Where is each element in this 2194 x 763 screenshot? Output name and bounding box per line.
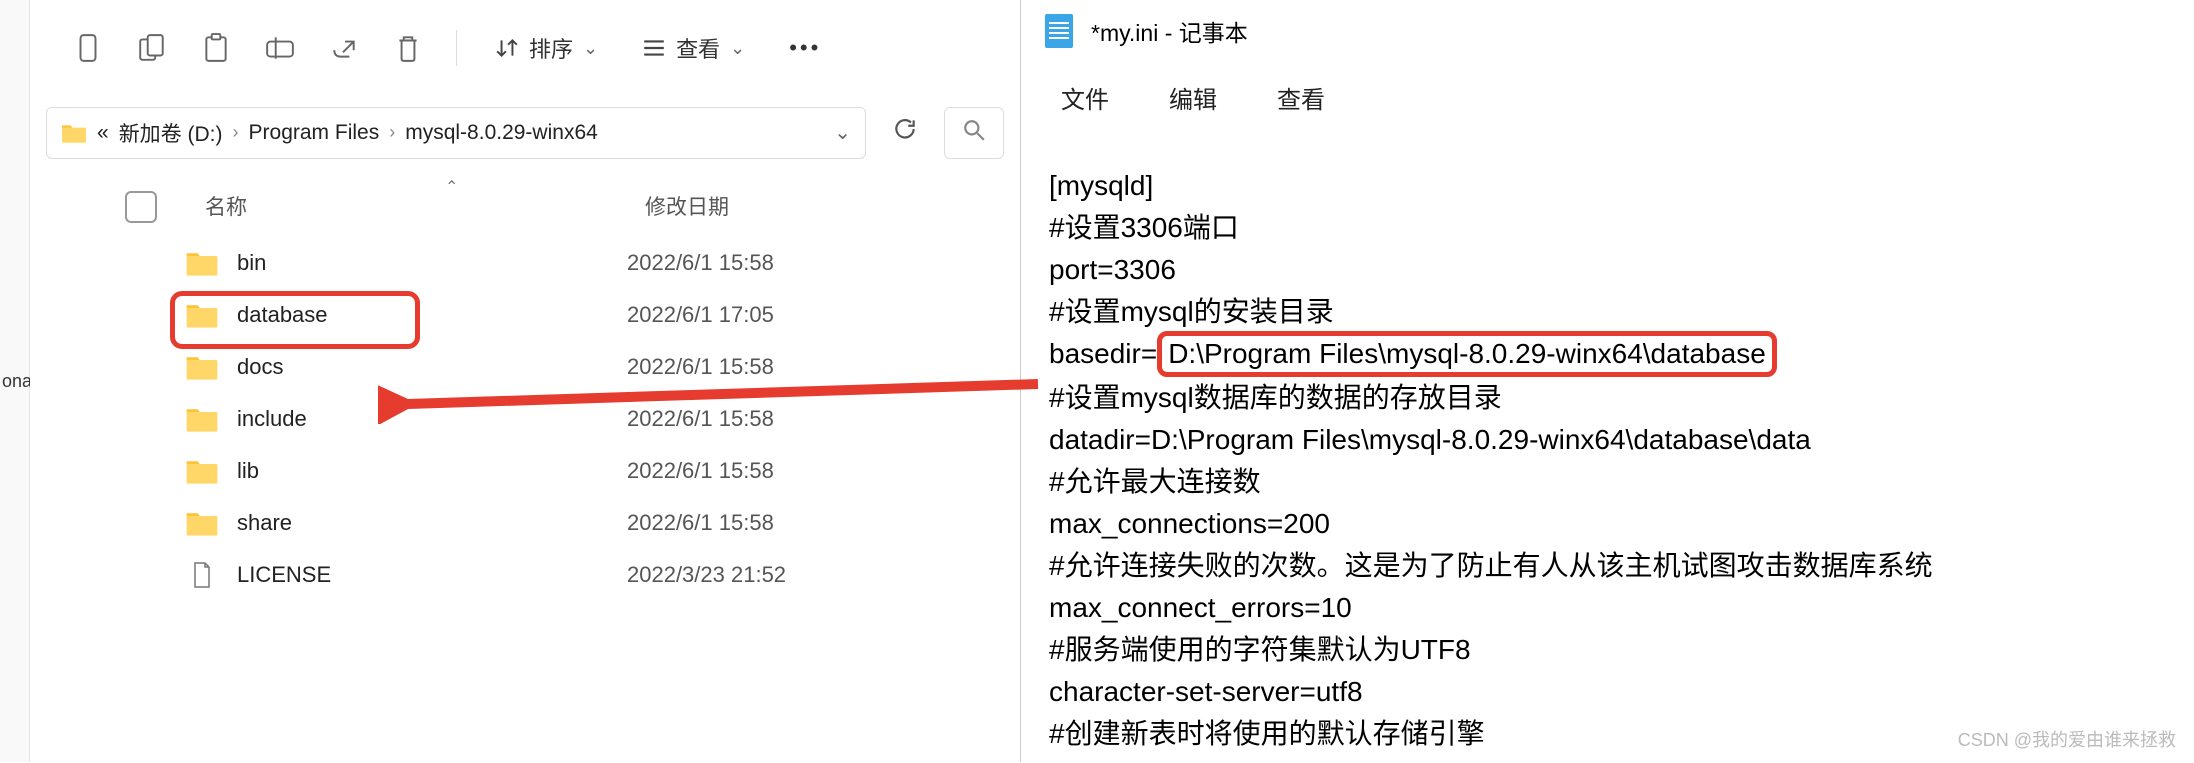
more-button[interactable]: ••• bbox=[771, 23, 839, 73]
watermark: CSDN @我的爱由谁来拯救 bbox=[1958, 726, 2176, 752]
column-header-date[interactable]: 修改日期 bbox=[645, 191, 885, 221]
text-line: basedir=D:\Program Files\mysql-8.0.29-wi… bbox=[1049, 333, 2166, 377]
breadcrumb-segment[interactable]: mysql-8.0.29-winx64 bbox=[405, 121, 598, 145]
text-line: max_connect_errors=10 bbox=[1049, 587, 2166, 629]
breadcrumb-prefix: « bbox=[97, 121, 109, 145]
text-line: #允许最大连接数 bbox=[1049, 461, 2166, 503]
notepad-menubar: 文件 编辑 查看 bbox=[1021, 62, 2194, 139]
sort-button[interactable]: 排序 ⌄ bbox=[477, 22, 616, 74]
text-line: #设置3306端口 bbox=[1049, 207, 2166, 249]
share-button[interactable] bbox=[316, 20, 372, 76]
explorer-toolbar: 排序 ⌄ 查看 ⌄ ••• bbox=[30, 0, 1020, 96]
cropped-left-panel: onal bbox=[0, 0, 30, 762]
notepad-window: *my.ini - 记事本 文件 编辑 查看 [mysqld]#设置3306端口… bbox=[1020, 0, 2194, 762]
notepad-icon bbox=[1045, 14, 1073, 48]
file-row[interactable]: share2022/6/1 15:58 bbox=[30, 497, 1020, 549]
refresh-button[interactable] bbox=[878, 104, 932, 161]
view-icon bbox=[642, 37, 666, 59]
file-date: 2022/6/1 17:05 bbox=[627, 302, 867, 328]
sort-indicator-icon: ⌃ bbox=[445, 177, 458, 197]
list-header: ⌃ 名称 修改日期 bbox=[30, 183, 1020, 237]
breadcrumb-segment[interactable]: Program Files bbox=[249, 121, 380, 145]
file-name: bin bbox=[237, 250, 627, 276]
column-header-name[interactable]: 名称 bbox=[205, 191, 645, 221]
notepad-titlebar: *my.ini - 记事本 bbox=[1021, 0, 2194, 62]
toolbar-divider bbox=[456, 30, 457, 66]
view-label: 查看 bbox=[676, 32, 720, 64]
address-bar-row: « 新加卷 (D:) › Program Files › mysql-8.0.2… bbox=[30, 96, 1020, 169]
file-row[interactable]: lib2022/6/1 15:58 bbox=[30, 445, 1020, 497]
text-line: [mysqld] bbox=[1049, 165, 2166, 207]
chevron-right-icon: › bbox=[233, 122, 239, 143]
text-line: #服务端使用的字符集默认为UTF8 bbox=[1049, 629, 2166, 671]
view-button[interactable]: 查看 ⌄ bbox=[624, 22, 763, 74]
window-title: *my.ini - 记事本 bbox=[1091, 14, 1248, 48]
folder-icon bbox=[61, 122, 87, 144]
paste-button[interactable] bbox=[188, 20, 244, 76]
text-line: datadir=D:\Program Files\mysql-8.0.29-wi… bbox=[1049, 419, 2166, 461]
file-name: LICENSE bbox=[237, 562, 627, 588]
file-row[interactable]: LICENSE2022/3/23 21:52 bbox=[30, 549, 1020, 601]
chevron-down-icon: ⌄ bbox=[583, 38, 598, 59]
annotation-highlight: D:\Program Files\mysql-8.0.29-winx64\dat… bbox=[1157, 331, 1777, 377]
breadcrumb-segment[interactable]: 新加卷 (D:) bbox=[119, 118, 223, 148]
chevron-down-icon: ⌄ bbox=[730, 38, 745, 59]
file-explorer-window: 排序 ⌄ 查看 ⌄ ••• « 新加卷 (D:) › Program Files… bbox=[30, 0, 1020, 762]
menu-view[interactable]: 查看 bbox=[1277, 80, 1325, 115]
cut-text: onal bbox=[2, 371, 29, 392]
text-line: #设置mysql数据库的数据的存放目录 bbox=[1049, 377, 2166, 419]
sort-icon bbox=[495, 36, 519, 60]
search-input[interactable] bbox=[944, 107, 1004, 159]
file-date: 2022/6/1 15:58 bbox=[627, 458, 867, 484]
file-date: 2022/6/1 15:58 bbox=[627, 354, 867, 380]
file-name: database bbox=[237, 302, 627, 328]
notepad-content[interactable]: [mysqld]#设置3306端口port=3306#设置mysql的安装目录b… bbox=[1021, 157, 2194, 763]
breadcrumb[interactable]: « 新加卷 (D:) › Program Files › mysql-8.0.2… bbox=[46, 107, 866, 159]
chevron-right-icon: › bbox=[389, 122, 395, 143]
file-row[interactable]: docs2022/6/1 15:58 bbox=[30, 341, 1020, 393]
search-icon bbox=[962, 118, 986, 142]
file-row[interactable]: database2022/6/1 17:05 bbox=[30, 289, 1020, 341]
file-name: include bbox=[237, 406, 627, 432]
file-date: 2022/3/23 21:52 bbox=[627, 562, 867, 588]
cut-button[interactable] bbox=[60, 20, 116, 76]
file-date: 2022/6/1 15:58 bbox=[627, 406, 867, 432]
text-line: character-set-server=utf8 bbox=[1049, 671, 2166, 713]
file-name: docs bbox=[237, 354, 627, 380]
sort-label: 排序 bbox=[529, 32, 573, 64]
select-all-checkbox[interactable] bbox=[125, 191, 157, 223]
file-list: ⌃ 名称 修改日期 bin2022/6/1 15:58database2022/… bbox=[30, 169, 1020, 762]
text-line: #设置mysql的安装目录 bbox=[1049, 291, 2166, 333]
file-name: share bbox=[237, 510, 627, 536]
chevron-down-icon[interactable]: ⌄ bbox=[834, 120, 851, 145]
file-date: 2022/6/1 15:58 bbox=[627, 510, 867, 536]
delete-button[interactable] bbox=[380, 20, 436, 76]
text-line: max_connections=200 bbox=[1049, 503, 2166, 545]
file-name: lib bbox=[237, 458, 627, 484]
file-row[interactable]: include2022/6/1 15:58 bbox=[30, 393, 1020, 445]
file-row[interactable]: bin2022/6/1 15:58 bbox=[30, 237, 1020, 289]
copy-button[interactable] bbox=[124, 20, 180, 76]
menu-file[interactable]: 文件 bbox=[1061, 80, 1109, 115]
menu-edit[interactable]: 编辑 bbox=[1169, 80, 1217, 115]
file-date: 2022/6/1 15:58 bbox=[627, 250, 867, 276]
text-line: port=3306 bbox=[1049, 249, 2166, 291]
text-line: #允许连接失败的次数。这是为了防止有人从该主机试图攻击数据库系统 bbox=[1049, 545, 2166, 587]
rename-button[interactable] bbox=[252, 20, 308, 76]
